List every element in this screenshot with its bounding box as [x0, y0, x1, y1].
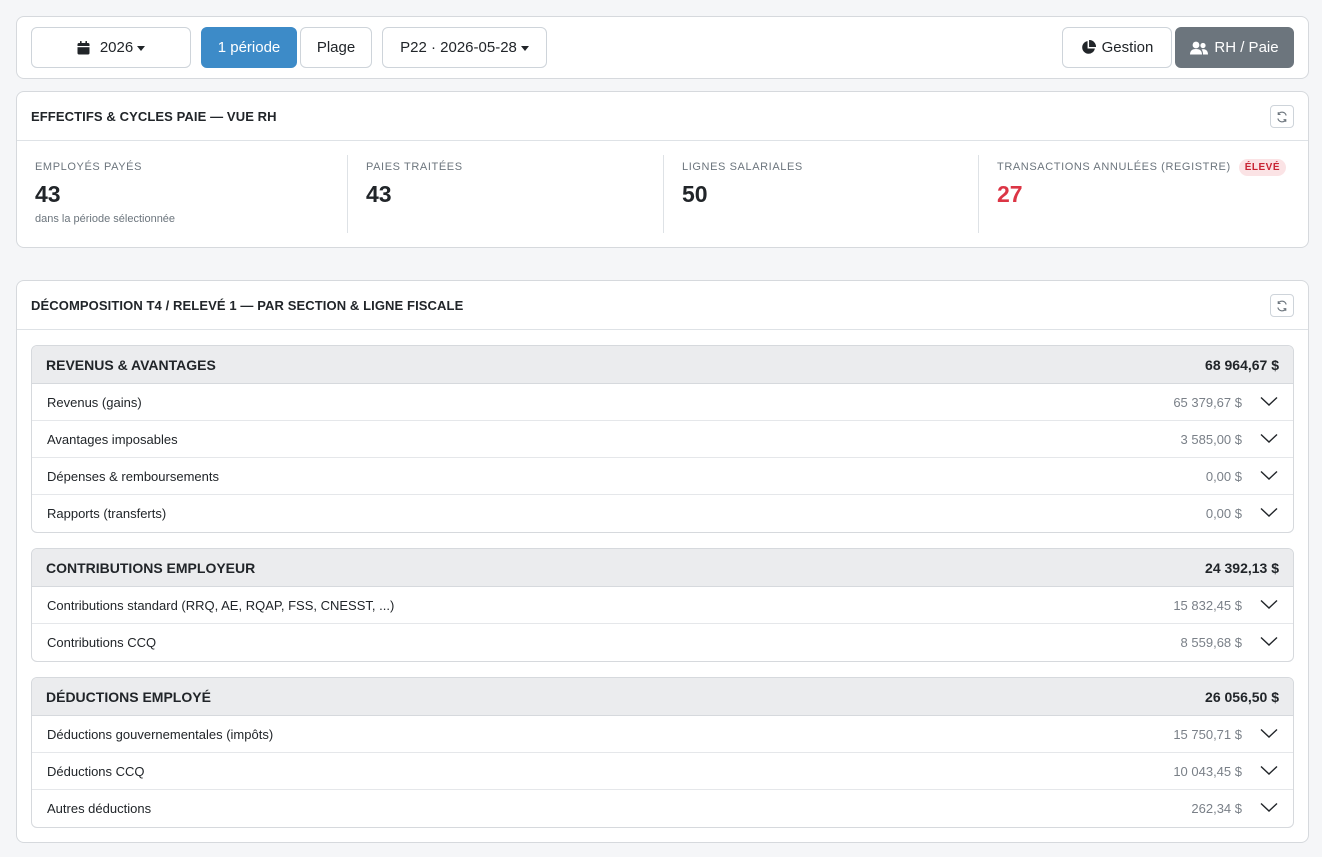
tax-line-amount: 8 559,68 $	[1180, 635, 1242, 650]
stat-label: LIGNES SALARIALES	[682, 161, 803, 173]
section-total: 26 056,50 $	[1205, 688, 1279, 705]
section-employee-deductions: DÉDUCTIONS EMPLOYÉ 26 056,50 $ Déduction…	[31, 677, 1294, 828]
chevron-down-icon[interactable]	[1260, 636, 1278, 647]
tax-line-label: Dépenses & remboursements	[47, 468, 219, 484]
tax-line-amount: 0,00 $	[1205, 468, 1242, 484]
management-view-label: Gestion	[1101, 39, 1154, 56]
refresh-button[interactable]	[1270, 105, 1294, 128]
refresh-button[interactable]	[1270, 294, 1294, 317]
tax-line-row[interactable]: Déductions CCQ 10 043,45 $	[32, 753, 1293, 790]
stat-label: PAIES TRAITÉES	[366, 161, 463, 173]
calendar-icon	[77, 40, 90, 54]
tax-line-row[interactable]: Contributions standard (RRQ, AE, RQAP, F…	[32, 587, 1293, 624]
tax-line-label: Contributions standard (RRQ, AE, RQAP, F…	[47, 597, 395, 613]
tax-decomposition-card: DÉCOMPOSITION T4 / RELEVÉ 1 — PAR SECTIO…	[16, 280, 1309, 843]
status-badge: ÉLEVÉ	[1238, 159, 1286, 176]
card-title: EFFECTIFS & CYCLES PAIE — VUE RH	[31, 108, 277, 124]
section-total: 24 392,13 $	[1205, 559, 1279, 576]
chevron-down-icon[interactable]	[1260, 470, 1278, 481]
chevron-down-icon[interactable]	[1260, 433, 1278, 444]
tax-line-row[interactable]: Contributions CCQ 8 559,68 $	[32, 624, 1293, 661]
tax-line-row[interactable]: Revenus (gains) 65 379,67 $	[32, 384, 1293, 421]
tax-line-row[interactable]: Autres déductions 262,34 $	[32, 790, 1293, 827]
stat-value: 50	[682, 181, 708, 207]
tax-line-label: Avantages imposables	[47, 431, 178, 447]
chevron-down-icon[interactable]	[1260, 765, 1278, 776]
tax-line-amount: 0,00 $	[1205, 506, 1242, 521]
tax-line-amount: 15 832,45 $	[1173, 597, 1242, 613]
stat-label: EMPLOYÉS PAYÉS	[35, 161, 143, 173]
section-title: REVENUS & AVANTAGES	[46, 356, 216, 373]
year-dropdown[interactable]: 2026	[31, 27, 191, 68]
hr-payroll-view-label: RH / Paie	[1214, 39, 1279, 56]
card-header: EFFECTIFS & CYCLES PAIE — VUE RH	[17, 92, 1308, 141]
stat-label: TRANSACTIONS ANNULÉES (REGISTRE)	[997, 161, 1231, 173]
stat-value: 43	[35, 181, 61, 207]
staff-payroll-card: EFFECTIFS & CYCLES PAIE — VUE RH EMPLOYÉ…	[16, 91, 1309, 248]
stat-employees-paid: EMPLOYÉS PAYÉS 43 dans la période sélect…	[17, 155, 347, 233]
tax-line-row[interactable]: Déductions gouvernementales (impôts) 15 …	[32, 716, 1293, 753]
section-header: REVENUS & AVANTAGES 68 964,67 $	[32, 346, 1293, 384]
single-period-label: 1 période	[217, 39, 281, 56]
toolbar: 2026 1 période Plage P22 · 2026-05-28 Ge…	[16, 16, 1309, 79]
stat-subtext: dans la période sélectionnée	[35, 213, 176, 225]
section-revenue-benefits: REVENUS & AVANTAGES 68 964,67 $ Revenus …	[31, 345, 1294, 533]
tax-line-amount: 10 043,45 $	[1173, 763, 1242, 779]
pie-chart-icon	[1081, 40, 1096, 54]
period-label: P22 · 2026-05-28	[400, 39, 517, 56]
tax-line-row[interactable]: Avantages imposables 3 585,00 $	[32, 421, 1293, 458]
caret-down-icon	[137, 46, 146, 51]
tax-line-label: Déductions gouvernementales (impôts)	[47, 726, 274, 742]
caret-down-icon	[520, 46, 529, 51]
refresh-icon	[1277, 300, 1287, 311]
tax-line-label: Revenus (gains)	[47, 394, 142, 410]
tax-line-label: Rapports (transferts)	[47, 506, 167, 521]
chevron-down-icon[interactable]	[1260, 396, 1278, 407]
range-label: Plage	[316, 39, 356, 56]
stat-value: 27	[997, 181, 1023, 207]
section-header: CONTRIBUTIONS EMPLOYEUR 24 392,13 $	[32, 549, 1293, 587]
period-dropdown[interactable]: P22 · 2026-05-28	[382, 27, 547, 68]
tax-line-row[interactable]: Rapports (transferts) 0,00 $	[32, 495, 1293, 532]
section-employer-contributions: CONTRIBUTIONS EMPLOYEUR 24 392,13 $ Cont…	[31, 548, 1294, 662]
tax-line-amount: 3 585,00 $	[1180, 431, 1242, 447]
chevron-down-icon[interactable]	[1260, 507, 1278, 518]
tax-line-label: Déductions CCQ	[47, 763, 145, 779]
tax-line-label: Autres déductions	[47, 801, 152, 816]
stat-pays-processed: PAIES TRAITÉES 43	[347, 155, 663, 233]
chevron-down-icon[interactable]	[1260, 802, 1278, 813]
chevron-down-icon[interactable]	[1260, 599, 1278, 610]
year-label: 2026	[99, 39, 134, 56]
section-header: DÉDUCTIONS EMPLOYÉ 26 056,50 $	[32, 678, 1293, 716]
card-header: DÉCOMPOSITION T4 / RELEVÉ 1 — PAR SECTIO…	[17, 281, 1308, 330]
management-view-button[interactable]: Gestion	[1062, 27, 1172, 68]
tax-line-label: Contributions CCQ	[47, 635, 157, 650]
section-total: 68 964,67 $	[1205, 356, 1279, 373]
chevron-down-icon[interactable]	[1260, 728, 1278, 739]
section-title: CONTRIBUTIONS EMPLOYEUR	[46, 559, 256, 576]
refresh-icon	[1277, 111, 1287, 122]
stat-salary-lines: LIGNES SALARIALES 50	[663, 155, 978, 233]
range-button[interactable]: Plage	[300, 27, 372, 68]
tax-line-row[interactable]: Dépenses & remboursements 0,00 $	[32, 458, 1293, 495]
stat-cancelled-transactions: TRANSACTIONS ANNULÉES (REGISTRE) 27 ÉLEV…	[978, 155, 1308, 233]
tax-line-amount: 262,34 $	[1191, 801, 1242, 816]
single-period-button[interactable]: 1 période	[201, 27, 297, 68]
hr-payroll-view-button[interactable]: RH / Paie	[1175, 27, 1294, 68]
card-title: DÉCOMPOSITION T4 / RELEVÉ 1 — PAR SECTIO…	[31, 297, 464, 313]
tax-line-amount: 15 750,71 $	[1173, 726, 1242, 742]
users-icon	[1190, 41, 1209, 54]
stat-value: 43	[366, 181, 392, 207]
section-title: DÉDUCTIONS EMPLOYÉ	[46, 688, 211, 705]
tax-line-amount: 65 379,67 $	[1173, 394, 1242, 410]
stats-row: EMPLOYÉS PAYÉS 43 dans la période sélect…	[17, 141, 1308, 248]
